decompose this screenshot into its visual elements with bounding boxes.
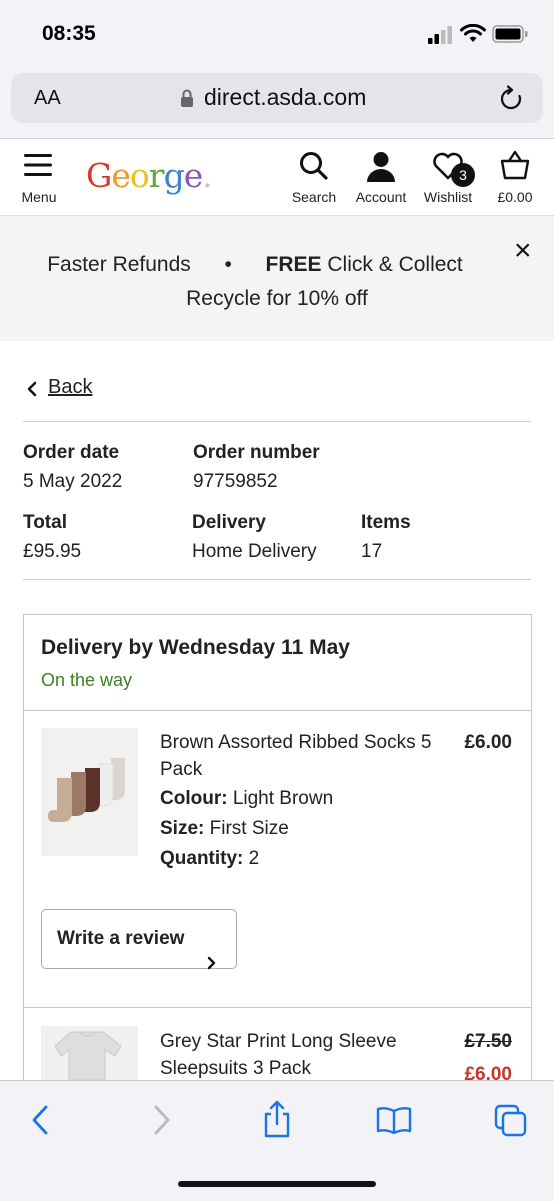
search-icon	[300, 152, 328, 180]
promo-faster-refunds: Faster Refunds	[47, 253, 191, 276]
url-text[interactable]: direct.asda.com	[204, 84, 366, 111]
sleepsuit-image	[41, 1026, 138, 1081]
delivery-status: On the way	[41, 670, 133, 690]
search-button[interactable]: Search	[288, 150, 340, 208]
forward-arrow-icon[interactable]	[150, 1104, 172, 1136]
delivery-title: Delivery by Wednesday 11 May	[41, 636, 350, 659]
items-value: 17	[361, 541, 383, 562]
hamburger-icon	[24, 154, 52, 176]
delivery-value: Home Delivery	[192, 541, 317, 562]
socks-image	[41, 728, 138, 856]
size-value: First Size	[209, 818, 289, 839]
back-arrow-icon[interactable]	[30, 1104, 52, 1136]
order-date-value: 5 May 2022	[23, 471, 123, 492]
share-icon[interactable]	[262, 1100, 292, 1138]
total-label: Total	[23, 512, 67, 533]
promo-banner	[0, 216, 554, 341]
quantity-label: Quantity:	[160, 848, 244, 869]
promo-free: FREE	[265, 253, 322, 276]
account-icon	[367, 152, 395, 182]
promo-click-collect: Click & Collect	[327, 253, 463, 276]
delivery-label: Delivery	[192, 512, 266, 533]
search-label: Search	[291, 189, 337, 205]
product-name[interactable]: Grey Star Print Long Sleeve Sleepsuits 3…	[160, 1028, 450, 1082]
promo-line-2: Recycle for 10% off	[186, 287, 368, 310]
order-number-value: 97759852	[193, 471, 278, 492]
menu-button[interactable]: Menu	[14, 150, 64, 208]
chevron-right-icon	[207, 956, 216, 970]
divider	[23, 579, 531, 580]
chevron-left-icon	[27, 381, 37, 397]
menu-label: Menu	[21, 189, 57, 205]
product-image[interactable]	[41, 1026, 138, 1081]
lock-icon	[181, 89, 193, 107]
basket-icon	[500, 150, 530, 180]
product-size: Size: First Size	[160, 818, 289, 840]
account-button[interactable]: Account	[352, 150, 410, 208]
george-logo[interactable]: George.	[86, 156, 213, 195]
product-quantity: Quantity: 2	[160, 848, 259, 870]
wishlist-label: Wishlist	[423, 189, 473, 205]
product-price: £6.00	[464, 732, 512, 753]
divider	[23, 421, 531, 422]
colour-label: Colour:	[160, 788, 228, 809]
battery-icon	[492, 25, 528, 43]
write-review-label: Write a review	[57, 928, 185, 949]
size-label: Size:	[160, 818, 205, 839]
product-image[interactable]	[41, 728, 138, 856]
order-date-label: Order date	[23, 442, 120, 463]
wifi-icon	[460, 24, 486, 42]
home-indicator	[178, 1181, 376, 1187]
original-price: £7.50	[464, 1031, 512, 1052]
back-link[interactable]: Back	[48, 376, 92, 399]
wishlist-count-badge: 3	[451, 163, 475, 187]
wishlist-button[interactable]: 3 Wishlist	[418, 150, 478, 208]
status-time: 08:35	[42, 22, 96, 45]
quantity-value: 2	[248, 848, 260, 869]
promo-bullet: •	[224, 253, 232, 276]
card-divider	[24, 710, 531, 711]
product-colour: Colour: Light Brown	[160, 788, 333, 810]
colour-value: Light Brown	[232, 788, 334, 809]
text-size-button[interactable]: AA	[34, 87, 61, 110]
cellular-signal-icon	[428, 26, 452, 44]
bookmarks-icon[interactable]	[376, 1106, 412, 1134]
basket-total: £0.00	[497, 189, 533, 205]
basket-button[interactable]: £0.00	[490, 150, 540, 208]
items-label: Items	[361, 512, 411, 533]
order-number-label: Order number	[193, 442, 320, 463]
total-value: £95.95	[23, 541, 82, 562]
promo-line-1: Faster Refunds • FREE Click & Collect	[0, 253, 510, 277]
product-name[interactable]: Brown Assorted Ribbed Socks 5 Pack	[160, 729, 450, 783]
close-promo-button[interactable]: ×	[514, 234, 532, 268]
account-label: Account	[355, 189, 407, 205]
reload-icon[interactable]	[498, 85, 524, 113]
card-divider	[24, 1007, 531, 1008]
tabs-icon[interactable]	[494, 1104, 528, 1138]
